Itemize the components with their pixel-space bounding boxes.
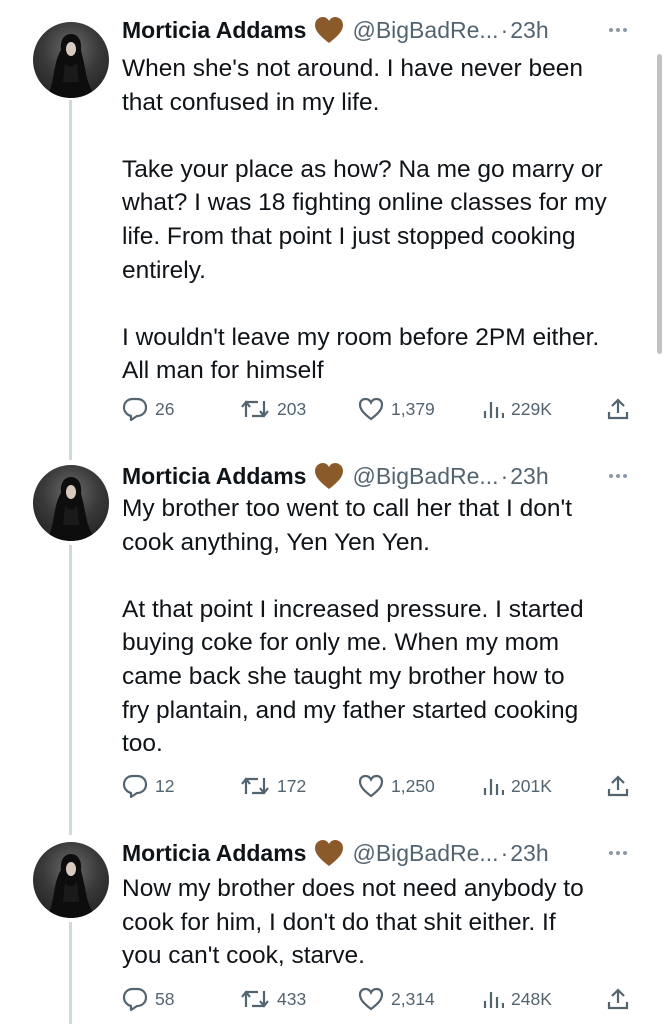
user-handle[interactable]: @BigBadRe... <box>352 463 498 490</box>
views-button[interactable]: 229K <box>482 394 552 424</box>
tweet-actions: 58 433 2,314 248K <box>0 984 668 1014</box>
like-icon <box>358 397 384 421</box>
views-icon <box>483 402 504 418</box>
views-count: 229K <box>511 398 552 419</box>
retweet-icon <box>241 400 269 418</box>
avatar[interactable] <box>33 22 109 98</box>
scrollbar[interactable] <box>657 54 662 354</box>
user-handle[interactable]: @BigBadRe... <box>352 840 498 867</box>
retweet-count: 433 <box>277 988 307 1009</box>
views-button[interactable]: 248K <box>482 984 552 1014</box>
retweet-button[interactable]: 203 <box>240 394 306 424</box>
share-button[interactable] <box>606 771 637 801</box>
tweet-text: When she's not around. I have never been… <box>122 55 607 385</box>
brown-heart-icon <box>314 462 344 490</box>
like-button[interactable]: 1,379 <box>358 394 435 424</box>
separator-dot: · <box>500 16 509 43</box>
tweet-actions: 26 203 1,379 229K <box>0 394 668 424</box>
views-count: 201K <box>511 775 552 796</box>
display-name[interactable]: Morticia Addams <box>122 17 306 44</box>
share-icon <box>607 775 629 797</box>
share-icon <box>607 398 629 420</box>
share-button[interactable] <box>606 984 637 1014</box>
tweet-text: Now my brother does not need anybody to … <box>122 875 584 970</box>
like-count: 1,379 <box>391 398 435 419</box>
avatar[interactable] <box>33 465 109 541</box>
reply-icon <box>122 397 148 421</box>
reply-button[interactable]: 58 <box>122 984 174 1014</box>
retweet-icon <box>241 990 269 1008</box>
tweet-header: Morticia Addams @BigBadRe... · 23h <box>122 14 549 46</box>
tweet-header: Morticia Addams @BigBadRe... · 23h <box>122 837 549 869</box>
reply-count: 26 <box>155 398 175 419</box>
like-icon <box>358 987 384 1011</box>
retweet-button[interactable]: 433 <box>240 984 306 1014</box>
more-icon[interactable] <box>609 14 630 46</box>
like-button[interactable]: 2,314 <box>358 984 435 1014</box>
separator-dot: · <box>500 462 509 489</box>
like-count: 2,314 <box>391 988 435 1009</box>
brown-heart-icon <box>314 839 344 867</box>
timestamp[interactable]: 23h <box>510 17 548 44</box>
display-name[interactable]: Morticia Addams <box>122 840 306 867</box>
views-count: 248K <box>511 988 552 1009</box>
reply-icon <box>122 987 148 1011</box>
timestamp[interactable]: 23h <box>510 840 548 867</box>
share-button[interactable] <box>606 394 637 424</box>
retweet-icon <box>241 777 269 795</box>
more-icon[interactable] <box>609 837 630 869</box>
reply-button[interactable]: 26 <box>122 394 174 424</box>
views-button[interactable]: 201K <box>482 771 552 801</box>
display-name[interactable]: Morticia Addams <box>122 463 306 490</box>
user-handle[interactable]: @BigBadRe... <box>352 17 498 44</box>
timestamp[interactable]: 23h <box>510 463 548 490</box>
tweet-actions: 12 172 1,250 201K <box>0 771 668 801</box>
share-icon <box>607 988 629 1010</box>
reply-count: 12 <box>155 775 175 796</box>
separator-dot: · <box>500 839 509 866</box>
like-count: 1,250 <box>391 775 435 796</box>
views-icon <box>483 779 504 795</box>
like-button[interactable]: 1,250 <box>358 771 435 801</box>
views-icon <box>483 992 504 1008</box>
retweet-count: 172 <box>277 775 307 796</box>
retweet-count: 203 <box>277 398 307 419</box>
tweet-header: Morticia Addams @BigBadRe... · 23h <box>122 460 549 492</box>
retweet-button[interactable]: 172 <box>240 771 306 801</box>
tweet-text: My brother too went to call her that I d… <box>122 495 584 758</box>
more-icon[interactable] <box>609 460 630 492</box>
avatar[interactable] <box>33 842 109 918</box>
brown-heart-icon <box>314 16 344 44</box>
reply-button[interactable]: 12 <box>122 771 174 801</box>
reply-count: 58 <box>155 988 175 1009</box>
reply-icon <box>122 774 148 798</box>
like-icon <box>358 774 384 798</box>
